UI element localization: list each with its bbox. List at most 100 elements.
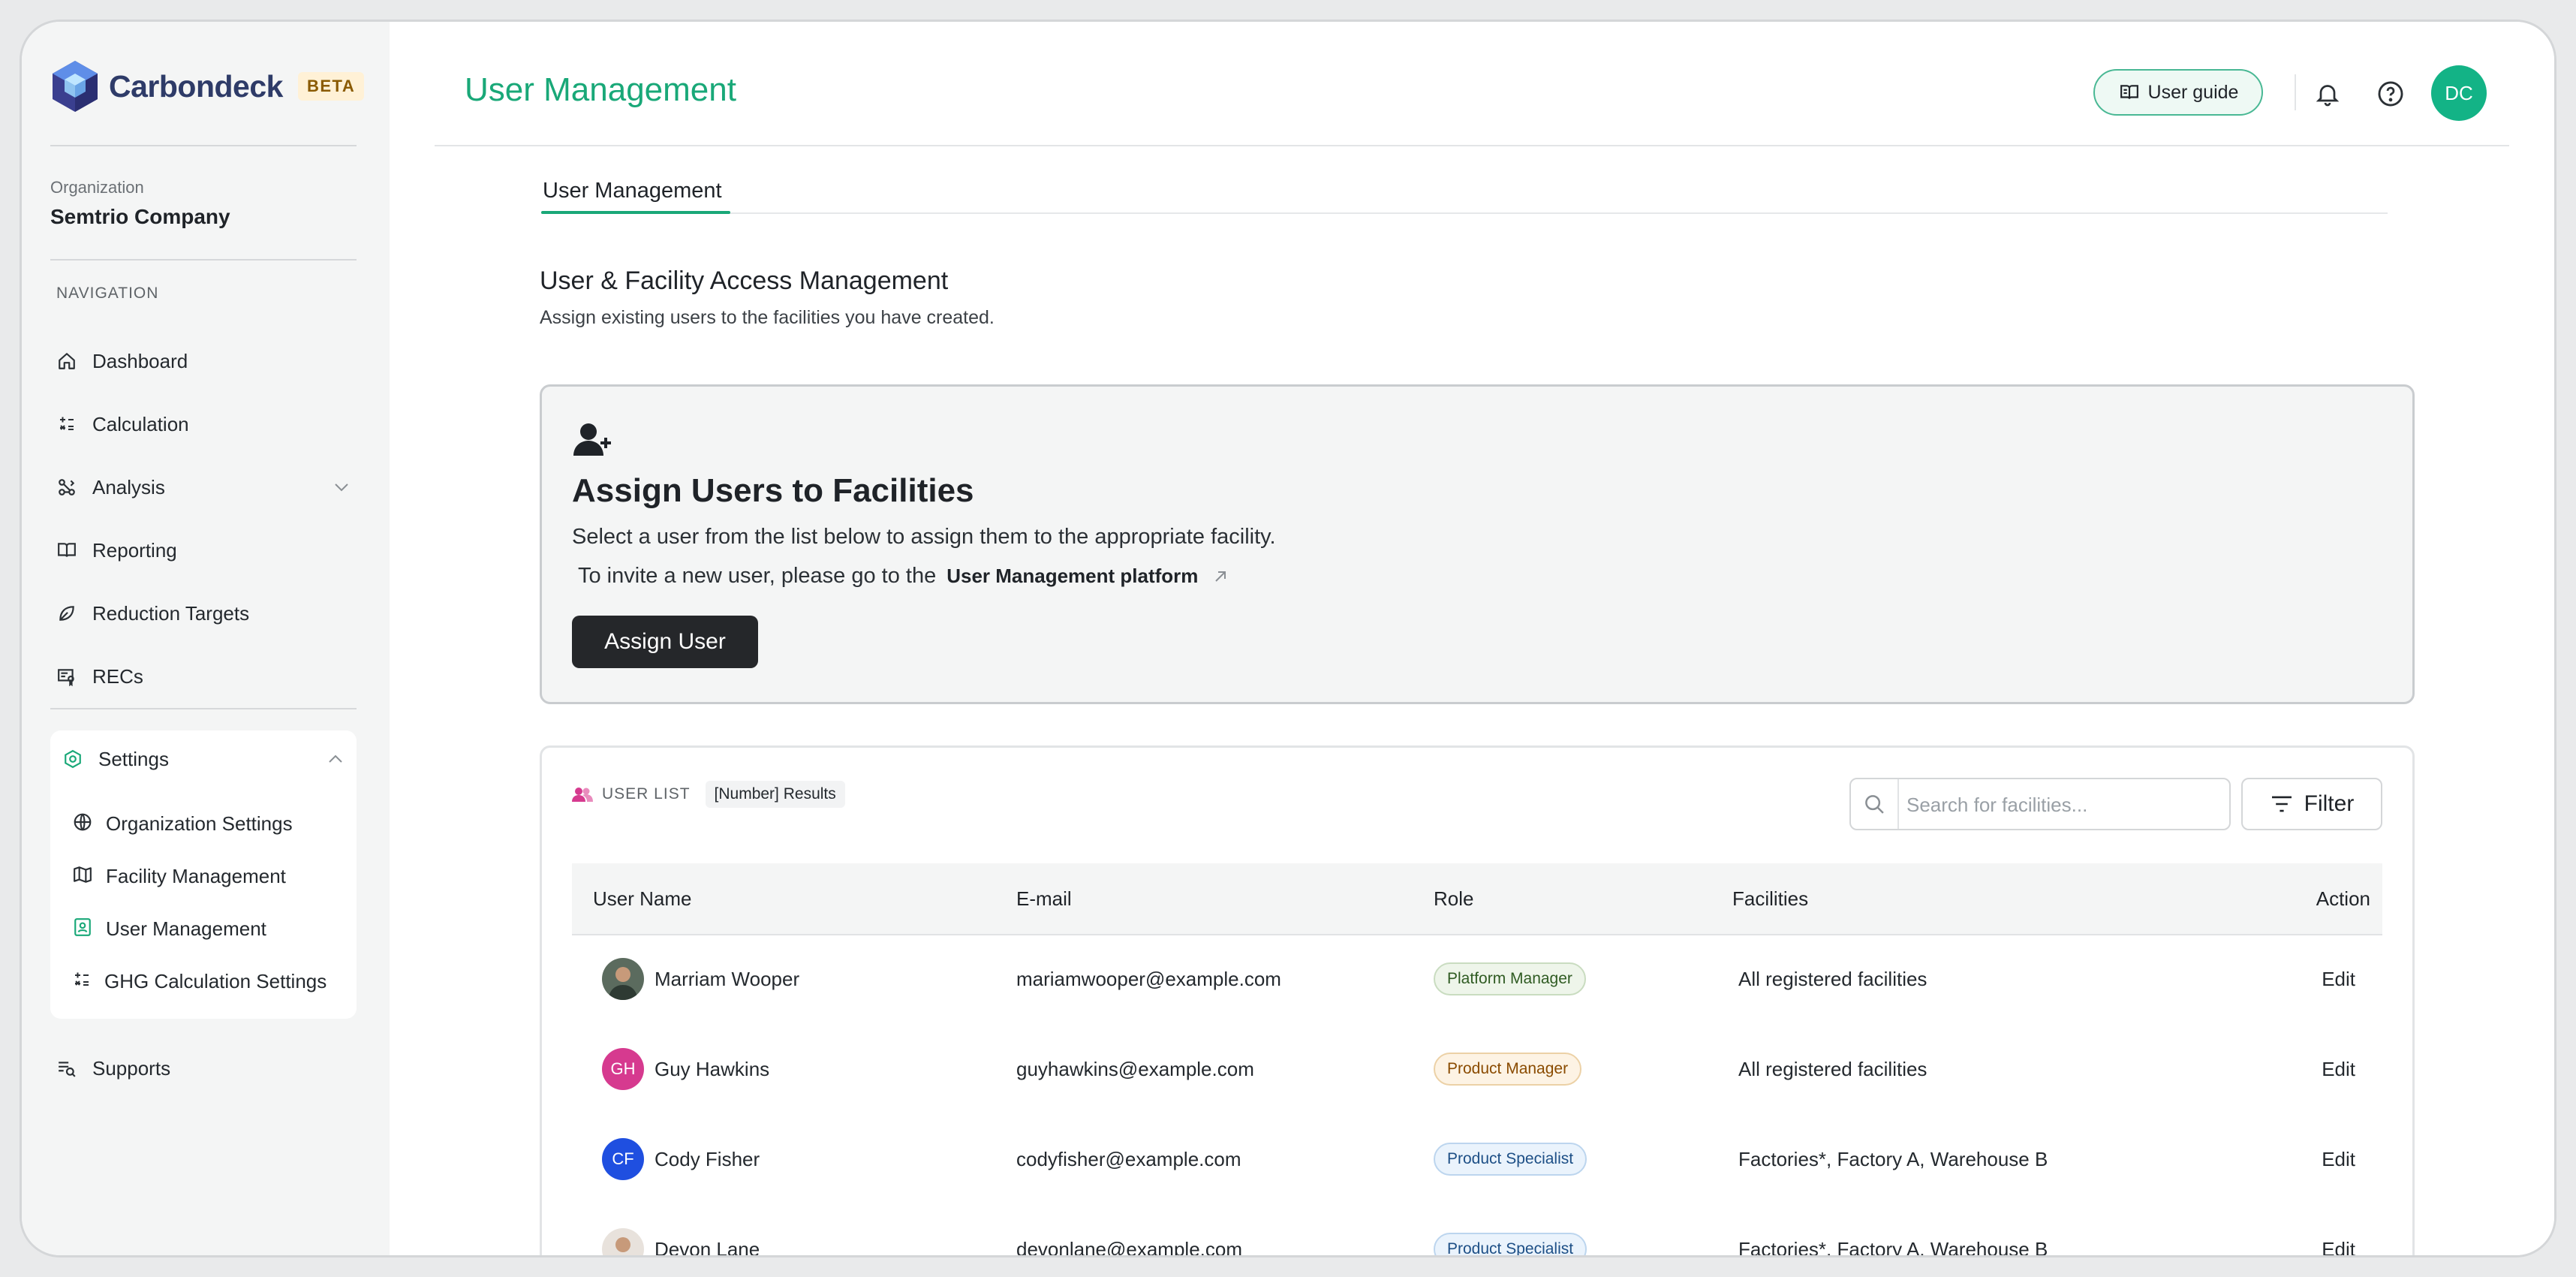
role-badge: Product Specialist — [1434, 1143, 1587, 1176]
organization-label: Organization — [50, 178, 144, 197]
app-window: Carbondeck BETA Organization Semtrio Com… — [20, 20, 2556, 1257]
user-avatar[interactable]: DC — [2431, 65, 2487, 121]
user-avatar-photo — [602, 1228, 644, 1255]
cell-email: codyfisher@example.com — [1016, 1147, 1241, 1170]
settings-icon — [62, 748, 83, 770]
sidebar-item-label: User Management — [106, 917, 266, 940]
sidebar-item-organization-settings[interactable]: Organization Settings — [73, 804, 293, 843]
edit-button[interactable]: Edit — [2322, 1024, 2355, 1114]
cube-logo-icon — [53, 61, 98, 112]
home-icon — [56, 351, 77, 372]
brand[interactable]: Carbondeck BETA — [50, 59, 365, 113]
sidebar-item-analysis[interactable]: Analysis — [56, 468, 357, 507]
globe-icon — [73, 812, 92, 836]
sidebar-item-user-management[interactable]: User Management — [73, 909, 266, 948]
cell-role: Product Manager — [1434, 1024, 1582, 1114]
sidebar-item-label: Facility Management — [106, 864, 286, 887]
assign-card-invite-text: To invite a new user, please go to the U… — [578, 564, 1229, 589]
cell-user-name: Marriam Wooper — [602, 934, 799, 1024]
sidebar-item-reporting[interactable]: Reporting — [56, 531, 357, 570]
user-list-label: USER LIST — [602, 785, 691, 803]
table-row[interactable]: CF Cody Fisher codyfisher@example.com Produ… — [572, 1114, 2382, 1204]
navigation-label: NAVIGATION — [56, 285, 159, 302]
facility-search — [1849, 778, 2231, 830]
notification-button[interactable] — [2313, 79, 2343, 109]
cell-role: Platform Manager — [1434, 934, 1586, 1024]
sidebar-item-supports[interactable]: Supports — [56, 1049, 357, 1088]
book-icon — [56, 540, 77, 561]
column-header-action: Action — [2316, 887, 2370, 910]
section-description: Assign existing users to the facilities … — [540, 307, 995, 328]
user-badge-icon — [73, 917, 92, 941]
assign-user-button[interactable]: Assign User — [572, 616, 758, 668]
sidebar-item-calculation[interactable]: Calculation — [56, 405, 357, 444]
edit-button[interactable]: Edit — [2322, 1114, 2355, 1204]
user-management-platform-link[interactable]: User Management platform — [946, 565, 1198, 588]
column-header-facilities[interactable]: Facilities — [1732, 887, 1808, 911]
page-title: User Management — [465, 71, 736, 108]
search-input[interactable] — [1905, 787, 2216, 823]
calculator-icon — [56, 414, 77, 435]
sidebar: Carbondeck BETA Organization Semtrio Com… — [22, 22, 390, 1255]
external-link-icon[interactable] — [1211, 568, 1229, 586]
column-header-email[interactable]: E-mail — [1016, 887, 1072, 911]
organization-name[interactable]: Semtrio Company — [50, 205, 230, 229]
user-name: Marriam Wooper — [655, 967, 800, 990]
cell-facilities: Factories*, Factory A, Warehouse B — [1738, 1147, 2048, 1170]
table-row[interactable]: GH Guy Hawkins guyhawkins@example.com Produ… — [572, 1024, 2382, 1114]
table-row[interactable]: Devon Lane devonlane@example.com Product S… — [572, 1204, 2382, 1257]
user-list-card: USER LIST [Number] Results Filter User N… — [540, 745, 2415, 1257]
certificate-icon — [56, 666, 77, 687]
filter-icon — [2271, 796, 2292, 812]
assign-users-card: Assign Users to Facilities Select a user… — [540, 384, 2415, 704]
column-header-role[interactable]: Role — [1434, 887, 1473, 911]
table-row[interactable]: Marriam Wooper mariamwooper@example.com Pl… — [572, 934, 2382, 1024]
map-icon — [73, 865, 92, 888]
search-icon[interactable] — [1851, 779, 1899, 829]
support-icon — [56, 1058, 77, 1079]
user-avatar-initials: GH — [602, 1048, 644, 1090]
sidebar-item-label: Organization Settings — [106, 812, 293, 835]
sidebar-item-label: Reduction Targets — [92, 601, 250, 625]
section-title: User & Facility Access Management — [540, 267, 949, 295]
cell-email: devonlane@example.com — [1016, 1237, 1243, 1257]
help-button[interactable] — [2376, 79, 2406, 109]
user-list-header: USER LIST [Number] Results — [572, 781, 845, 808]
cell-facilities: Factories*, Factory A, Warehouse B — [1738, 1237, 2048, 1257]
leaf-icon — [56, 603, 77, 624]
invite-text: To invite a new user, please go to the — [578, 564, 937, 588]
cell-facilities: All registered facilities — [1738, 967, 1927, 990]
cell-role: Product Specialist — [1434, 1114, 1587, 1204]
sidebar-item-reduction-targets[interactable]: Reduction Targets — [56, 594, 357, 633]
edit-button[interactable]: Edit — [2322, 934, 2355, 1024]
filter-button[interactable]: Filter — [2241, 778, 2382, 830]
user-guide-button[interactable]: User guide — [2093, 69, 2263, 116]
role-badge: Product Specialist — [1434, 1233, 1587, 1255]
tab-user-management[interactable]: User Management — [543, 179, 722, 203]
cell-user-name: GH Guy Hawkins — [602, 1024, 769, 1114]
assign-card-title: Assign Users to Facilities — [572, 472, 974, 509]
filter-label: Filter — [2304, 791, 2355, 816]
sidebar-item-ghg-calculation-settings[interactable]: GHG Calculation Settings — [73, 962, 327, 1001]
users-icon — [572, 788, 593, 802]
divider — [50, 145, 357, 146]
sidebar-item-label: GHG Calculation Settings — [104, 969, 327, 992]
brand-name: Carbondeck — [109, 68, 283, 104]
sidebar-item-settings[interactable]: Settings — [50, 730, 357, 788]
cell-email: mariamwooper@example.com — [1016, 967, 1281, 990]
sidebar-item-facility-management[interactable]: Facility Management — [73, 857, 286, 896]
cell-role: Product Specialist — [1434, 1204, 1587, 1255]
results-count: [Number] Results — [705, 781, 845, 808]
sidebar-item-label: Calculation — [92, 412, 189, 435]
chevron-up-icon[interactable] — [327, 750, 345, 768]
settings-group: Settings Organization Settings Facility … — [50, 730, 357, 1019]
edit-button[interactable]: Edit — [2322, 1204, 2355, 1256]
sidebar-item-dashboard[interactable]: Dashboard — [56, 342, 357, 381]
column-header-user-name[interactable]: User Name — [593, 887, 691, 911]
role-badge: Platform Manager — [1434, 962, 1586, 995]
analysis-icon — [56, 477, 77, 498]
divider — [435, 145, 2509, 146]
sidebar-item-recs[interactable]: RECs — [56, 657, 357, 696]
chevron-down-icon[interactable] — [333, 478, 351, 496]
sidebar-item-label: Dashboard — [92, 349, 188, 372]
